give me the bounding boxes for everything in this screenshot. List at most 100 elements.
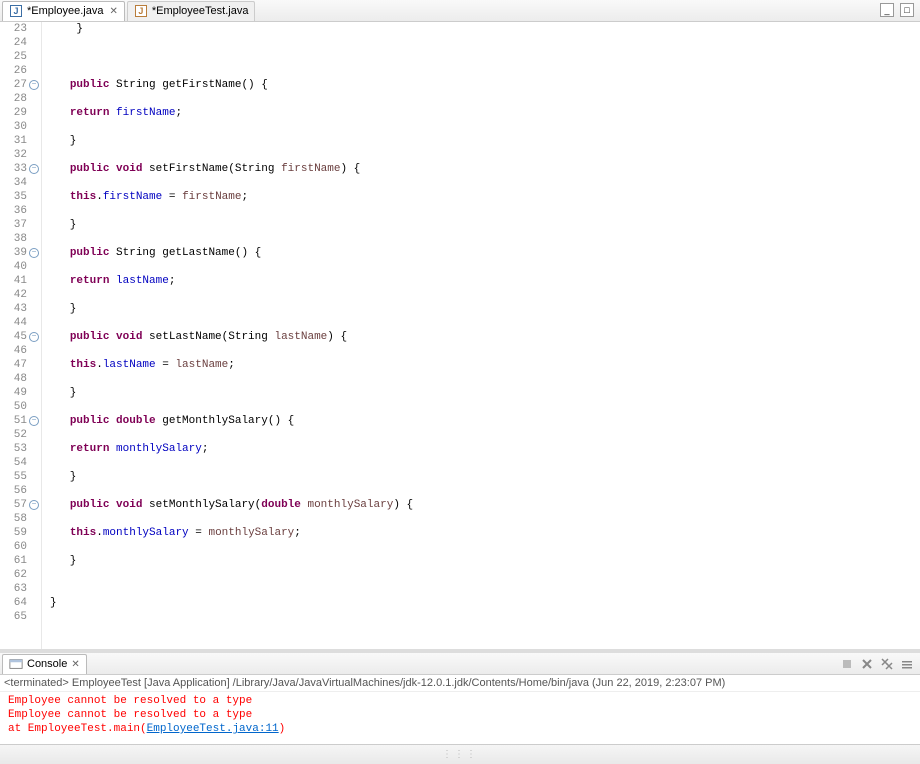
code-line[interactable]: public void setMonthlySalary(double mont… bbox=[50, 498, 920, 512]
code-line[interactable] bbox=[50, 540, 920, 554]
code-line[interactable]: } bbox=[50, 596, 920, 610]
tab-employee-java[interactable]: J *Employee.java ✕ bbox=[2, 1, 125, 21]
code-line[interactable] bbox=[50, 428, 920, 442]
maximize-button[interactable]: □ bbox=[900, 3, 914, 17]
java-file-icon: J bbox=[134, 4, 148, 18]
code-area[interactable]: } public String getFirstName() { return … bbox=[42, 22, 920, 649]
code-line[interactable]: this.lastName = lastName; bbox=[50, 358, 920, 372]
console-menu-button[interactable] bbox=[898, 655, 916, 673]
terminate-button[interactable] bbox=[838, 655, 856, 673]
line-number: 50 bbox=[0, 400, 39, 414]
line-number: 65 bbox=[0, 610, 39, 624]
line-number: 33− bbox=[0, 162, 39, 176]
code-line[interactable]: } bbox=[50, 554, 920, 568]
code-line[interactable] bbox=[50, 484, 920, 498]
line-number: 42 bbox=[0, 288, 39, 302]
minimize-button[interactable]: _ bbox=[880, 3, 894, 17]
line-number: 57− bbox=[0, 498, 39, 512]
console-line: Employee cannot be resolved to a type bbox=[8, 708, 912, 722]
code-line[interactable] bbox=[50, 456, 920, 470]
code-line[interactable]: return monthlySalary; bbox=[50, 442, 920, 456]
close-icon[interactable]: ✕ bbox=[109, 6, 117, 17]
code-line[interactable] bbox=[50, 50, 920, 64]
code-line[interactable]: public void setLastName(String lastName)… bbox=[50, 330, 920, 344]
console-line: at EmployeeTest.main(EmployeeTest.java:1… bbox=[8, 722, 912, 736]
fold-toggle-icon[interactable]: − bbox=[29, 332, 39, 342]
fold-toggle-icon[interactable]: − bbox=[29, 500, 39, 510]
code-line[interactable] bbox=[50, 582, 920, 596]
console-launch-info: <terminated> EmployeeTest [Java Applicat… bbox=[0, 675, 920, 692]
line-number: 27− bbox=[0, 78, 39, 92]
code-line[interactable]: this.firstName = firstName; bbox=[50, 190, 920, 204]
console-output[interactable]: Employee cannot be resolved to a type Em… bbox=[0, 692, 920, 744]
line-number: 62 bbox=[0, 568, 39, 582]
line-number: 54 bbox=[0, 456, 39, 470]
console-panel: Console ✕ <terminated> EmployeeTest [Jav… bbox=[0, 649, 920, 744]
code-line[interactable] bbox=[50, 344, 920, 358]
line-number: 64 bbox=[0, 596, 39, 610]
code-line[interactable] bbox=[50, 372, 920, 386]
line-number: 51− bbox=[0, 414, 39, 428]
line-number: 31 bbox=[0, 134, 39, 148]
resize-grip-icon[interactable]: ⋮⋮⋮ bbox=[442, 749, 478, 760]
line-number: 23 bbox=[0, 22, 39, 36]
code-editor[interactable]: 2324252627−282930313233−343536373839−404… bbox=[0, 22, 920, 649]
code-line[interactable]: return firstName; bbox=[50, 106, 920, 120]
code-line[interactable]: } bbox=[50, 302, 920, 316]
code-line[interactable] bbox=[50, 92, 920, 106]
code-line[interactable] bbox=[50, 316, 920, 330]
code-line[interactable] bbox=[50, 400, 920, 414]
code-line[interactable]: } bbox=[50, 470, 920, 484]
line-number-gutter: 2324252627−282930313233−343536373839−404… bbox=[0, 22, 42, 649]
tab-label: *EmployeeTest.java bbox=[152, 5, 249, 17]
tab-employeetest-java[interactable]: J *EmployeeTest.java bbox=[127, 1, 256, 21]
fold-toggle-icon[interactable]: − bbox=[29, 416, 39, 426]
code-line[interactable]: } bbox=[50, 134, 920, 148]
code-line[interactable] bbox=[50, 36, 920, 50]
line-number: 49 bbox=[0, 386, 39, 400]
code-line[interactable] bbox=[50, 232, 920, 246]
code-line[interactable]: } bbox=[50, 218, 920, 232]
line-number: 35 bbox=[0, 190, 39, 204]
stacktrace-link[interactable]: EmployeeTest.java:11 bbox=[147, 723, 279, 735]
code-line[interactable] bbox=[50, 120, 920, 134]
code-line[interactable] bbox=[50, 260, 920, 274]
line-number: 58 bbox=[0, 512, 39, 526]
line-number: 53 bbox=[0, 442, 39, 456]
code-line[interactable] bbox=[50, 148, 920, 162]
line-number: 38 bbox=[0, 232, 39, 246]
code-line[interactable]: public String getFirstName() { bbox=[50, 78, 920, 92]
line-number: 61 bbox=[0, 554, 39, 568]
code-line[interactable] bbox=[50, 288, 920, 302]
tab-console[interactable]: Console ✕ bbox=[2, 654, 87, 674]
line-number: 59 bbox=[0, 526, 39, 540]
code-line[interactable] bbox=[50, 204, 920, 218]
code-line[interactable]: public void setFirstName(String firstNam… bbox=[50, 162, 920, 176]
line-number: 60 bbox=[0, 540, 39, 554]
line-number: 45− bbox=[0, 330, 39, 344]
code-line[interactable]: } bbox=[50, 386, 920, 400]
code-line[interactable]: this.monthlySalary = monthlySalary; bbox=[50, 526, 920, 540]
line-number: 56 bbox=[0, 484, 39, 498]
line-number: 24 bbox=[0, 36, 39, 50]
fold-toggle-icon[interactable]: − bbox=[29, 248, 39, 258]
line-number: 37 bbox=[0, 218, 39, 232]
code-line[interactable] bbox=[50, 176, 920, 190]
console-icon bbox=[9, 657, 23, 671]
code-line[interactable] bbox=[50, 512, 920, 526]
line-number: 48 bbox=[0, 372, 39, 386]
code-line[interactable]: public double getMonthlySalary() { bbox=[50, 414, 920, 428]
code-line[interactable] bbox=[50, 64, 920, 78]
line-number: 34 bbox=[0, 176, 39, 190]
remove-launch-button[interactable] bbox=[858, 655, 876, 673]
code-line[interactable]: public String getLastName() { bbox=[50, 246, 920, 260]
status-bar: ⋮⋮⋮ bbox=[0, 744, 920, 764]
close-icon[interactable]: ✕ bbox=[71, 659, 79, 670]
code-line[interactable] bbox=[50, 568, 920, 582]
remove-all-button[interactable] bbox=[878, 655, 896, 673]
fold-toggle-icon[interactable]: − bbox=[29, 164, 39, 174]
fold-toggle-icon[interactable]: − bbox=[29, 80, 39, 90]
code-line[interactable] bbox=[50, 610, 920, 624]
code-line[interactable]: return lastName; bbox=[50, 274, 920, 288]
code-line[interactable]: } bbox=[50, 22, 920, 36]
